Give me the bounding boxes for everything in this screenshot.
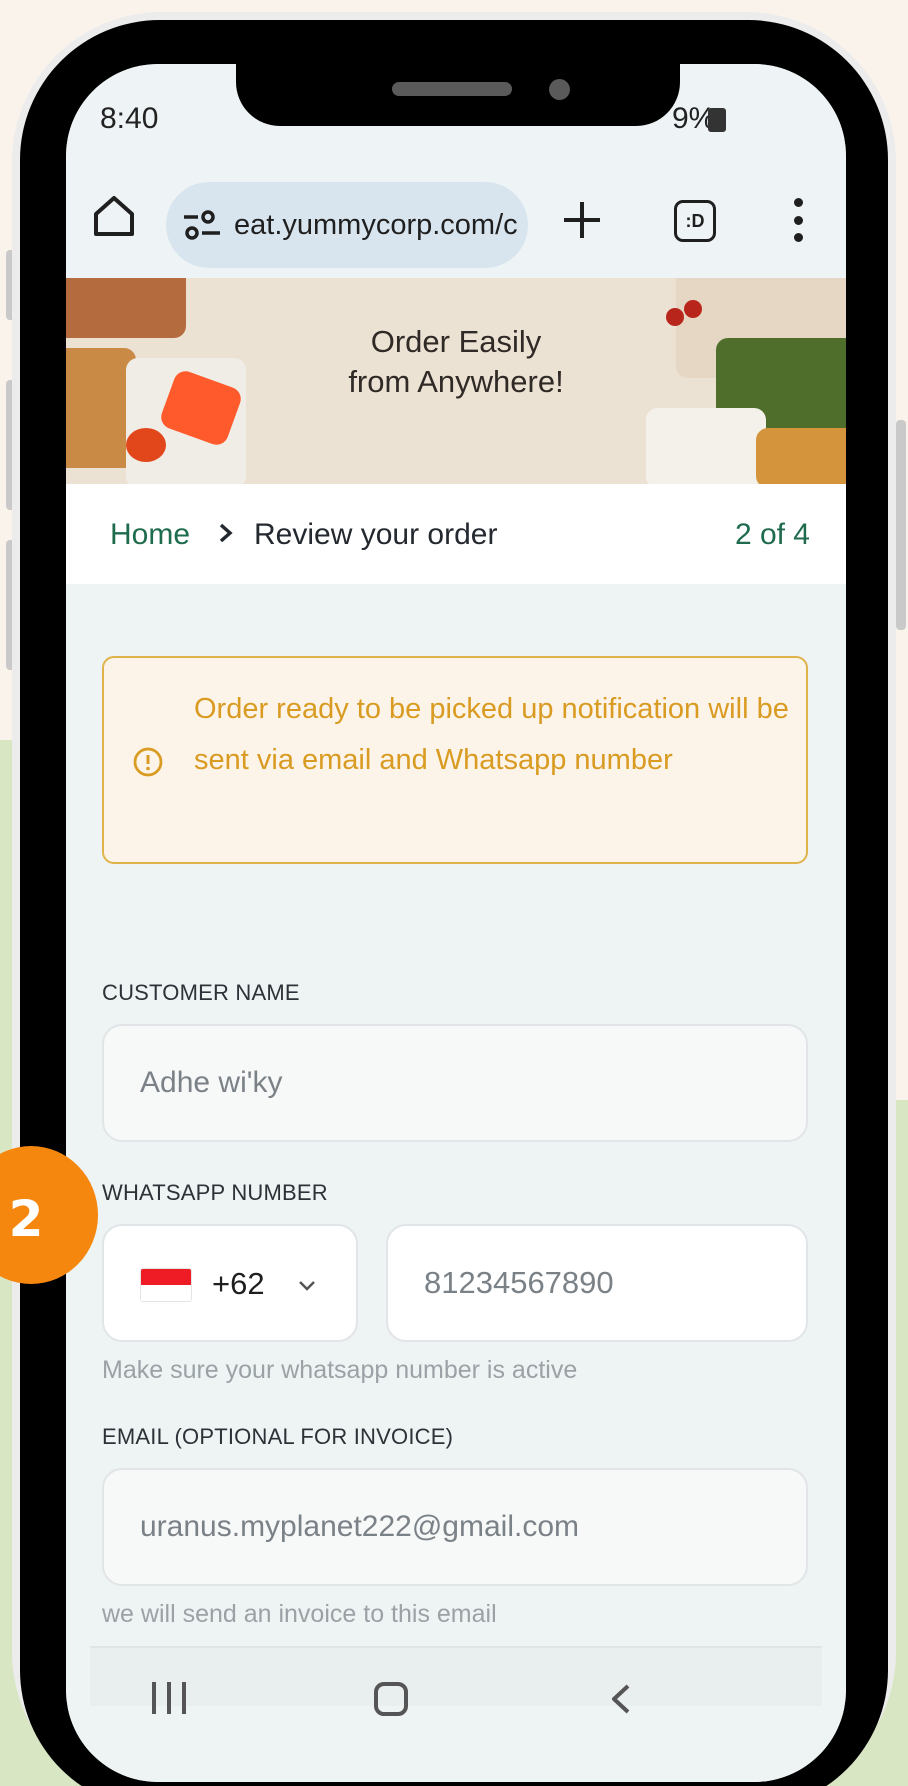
- email-value: uranus.myplanet222@gmail.com: [140, 1510, 579, 1543]
- checkout-form: Order ready to be picked up notification…: [66, 584, 846, 1782]
- email-input[interactable]: uranus.myplanet222@gmail.com: [102, 1468, 808, 1586]
- tomato-image: [684, 300, 702, 318]
- info-alert-icon: [133, 747, 163, 777]
- country-code-value: +62: [212, 1266, 265, 1301]
- site-settings-icon[interactable]: [182, 209, 222, 241]
- email-helper-text: we will send an invoice to this email: [102, 1600, 497, 1628]
- whatsapp-helper-text: Make sure your whatsapp number is active: [102, 1356, 578, 1384]
- breadcrumb-home-link[interactable]: Home: [110, 518, 190, 552]
- whatsapp-number-value: 81234567890: [424, 1265, 614, 1300]
- android-nav-bar: [66, 1712, 846, 1782]
- notification-alert: Order ready to be picked up notification…: [102, 656, 808, 864]
- tab-switcher-label: :D: [685, 210, 705, 231]
- battery-icon: [708, 108, 726, 132]
- notification-text: Order ready to be picked up notification…: [194, 693, 789, 776]
- nav-home-icon[interactable]: [374, 1682, 408, 1716]
- new-tab-icon[interactable]: [562, 200, 602, 240]
- food-image: [126, 428, 166, 462]
- tab-switcher-icon[interactable]: :D: [674, 200, 716, 242]
- indonesia-flag-icon: [140, 1268, 192, 1302]
- step-badge-number: 2: [8, 1190, 44, 1248]
- food-image: [756, 428, 846, 484]
- chevron-down-icon: [299, 1281, 315, 1291]
- front-camera: [549, 79, 570, 100]
- hero-banner: Order Easily from Anywhere!: [66, 278, 846, 484]
- whatsapp-number-input[interactable]: 81234567890: [386, 1224, 808, 1342]
- email-label: EMAIL (OPTIONAL FOR INVOICE): [102, 1424, 454, 1449]
- food-image: [646, 408, 766, 484]
- home-icon[interactable]: [90, 192, 138, 240]
- back-icon[interactable]: [606, 1682, 636, 1716]
- country-code-select[interactable]: +62: [102, 1224, 358, 1342]
- power-button: [896, 420, 906, 630]
- earpiece: [392, 82, 512, 96]
- step-indicator: 2 of 4: [734, 518, 810, 551]
- customer-name-label: CUSTOMER NAME: [102, 980, 300, 1005]
- customer-name-value: Adhe wi'ky: [140, 1066, 283, 1099]
- breadcrumb-current: Review your order: [254, 518, 498, 551]
- address-bar[interactable]: eat.yummycorp.com/c: [166, 182, 528, 268]
- chevron-right-icon: [219, 523, 233, 543]
- breadcrumb: Home Review your order 2 of 4: [66, 484, 846, 584]
- url-text: eat.yummycorp.com/c: [234, 208, 518, 241]
- customer-name-input[interactable]: Adhe wi'ky: [102, 1024, 808, 1142]
- next-section-card: [90, 1646, 822, 1706]
- browser-toolbar: eat.yummycorp.com/c :D: [66, 164, 846, 278]
- menu-icon[interactable]: [794, 198, 804, 242]
- recent-apps-icon[interactable]: [152, 1682, 186, 1714]
- banner-title: Order Easily from Anywhere!: [348, 324, 564, 399]
- phone-screen: 8:40 9% eat.yummycorp.com/c :D Order Eas…: [66, 64, 846, 1782]
- whatsapp-number-label: WHATSAPP NUMBER: [102, 1180, 328, 1205]
- status-time: 8:40: [100, 102, 159, 135]
